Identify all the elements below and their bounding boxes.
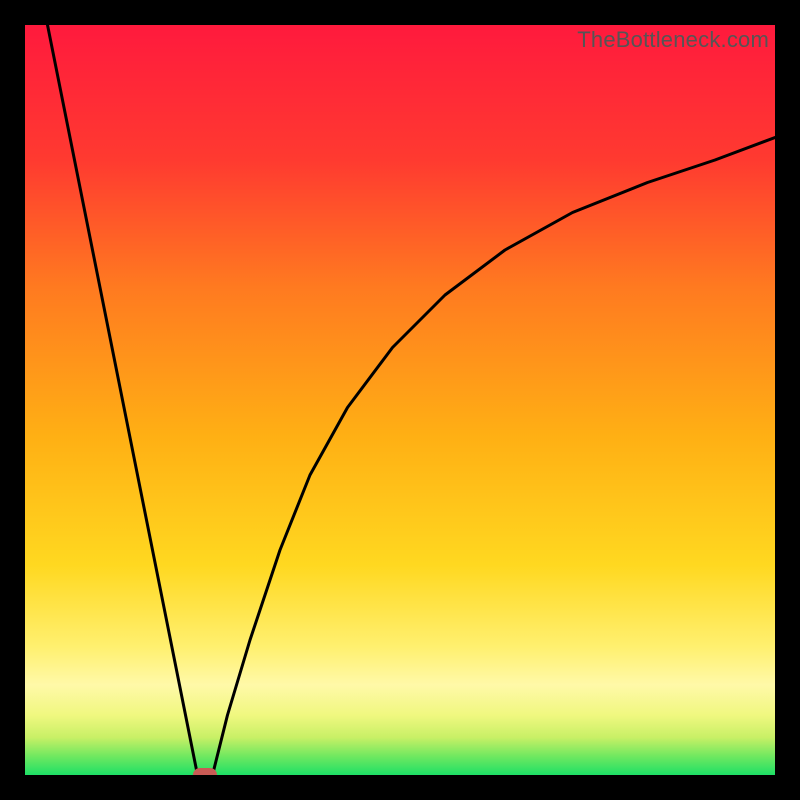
gradient-background (25, 25, 775, 775)
marker-dot (193, 768, 217, 775)
chart-svg (25, 25, 775, 775)
chart-frame: TheBottleneck.com (0, 0, 800, 800)
minimum-marker (193, 768, 217, 775)
plot-area: TheBottleneck.com (25, 25, 775, 775)
watermark-text: TheBottleneck.com (577, 27, 769, 53)
